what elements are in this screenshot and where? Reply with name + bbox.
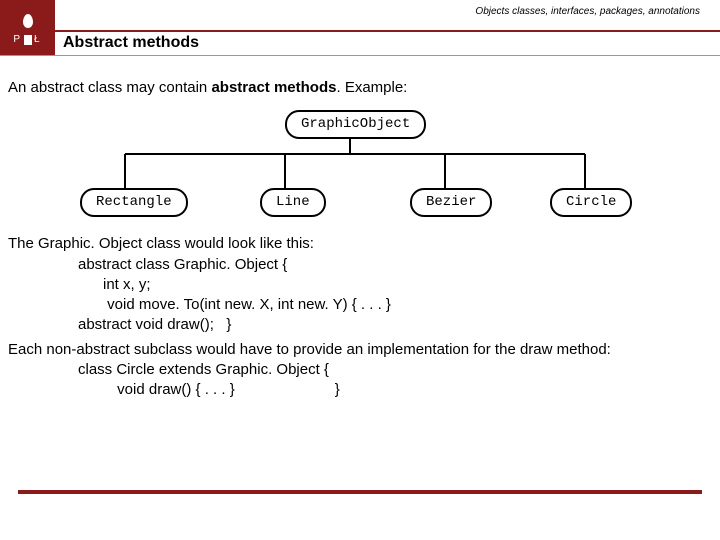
code1-line1: abstract class Graphic. Object { xyxy=(8,255,712,275)
shield-icon xyxy=(24,35,32,45)
node-bezier: Bezier xyxy=(410,188,492,217)
node-line: Line xyxy=(260,188,326,217)
class-hierarchy-diagram: GraphicObject Rectangle Line Bezier Circ… xyxy=(80,110,640,220)
logo-letter-right: Ł xyxy=(34,34,42,45)
intro-suffix: . Example: xyxy=(336,79,407,96)
paragraph-1: The Graphic. Object class would look lik… xyxy=(8,234,712,254)
intro-bold: abstract methods xyxy=(211,79,336,96)
page-title: Abstract methods xyxy=(63,34,199,52)
paragraph-2: Each non-abstract subclass would have to… xyxy=(8,340,712,360)
node-graphicobject: GraphicObject xyxy=(285,110,426,139)
logo-letters: P Ł xyxy=(13,34,41,45)
slide-header: P Ł Objects classes, interfaces, package… xyxy=(0,0,720,58)
breadcrumb: Objects classes, interfaces, packages, a… xyxy=(475,6,700,17)
code2-line1: class Circle extends Graphic. Object { xyxy=(8,360,712,380)
header-bottom-line xyxy=(0,55,720,56)
node-circle: Circle xyxy=(550,188,632,217)
footer-divider xyxy=(18,490,702,494)
slide-content: An abstract class may contain abstract m… xyxy=(0,58,720,400)
code1-line2: int x, y; xyxy=(8,275,712,295)
institution-logo: P Ł xyxy=(0,0,55,55)
code2-line2: void draw() { . . . } } xyxy=(8,380,712,400)
logo-letter-left: P xyxy=(13,34,22,45)
code1-line3: void move. To(int new. X, int new. Y) { … xyxy=(8,295,712,315)
flame-icon xyxy=(23,14,33,28)
header-divider xyxy=(55,30,720,32)
intro-prefix: An abstract class may contain xyxy=(8,79,211,96)
header-right: Objects classes, interfaces, packages, a… xyxy=(55,0,720,55)
node-rectangle: Rectangle xyxy=(80,188,188,217)
code1-line4: abstract void draw(); } xyxy=(8,315,712,335)
intro-line: An abstract class may contain abstract m… xyxy=(8,78,712,98)
